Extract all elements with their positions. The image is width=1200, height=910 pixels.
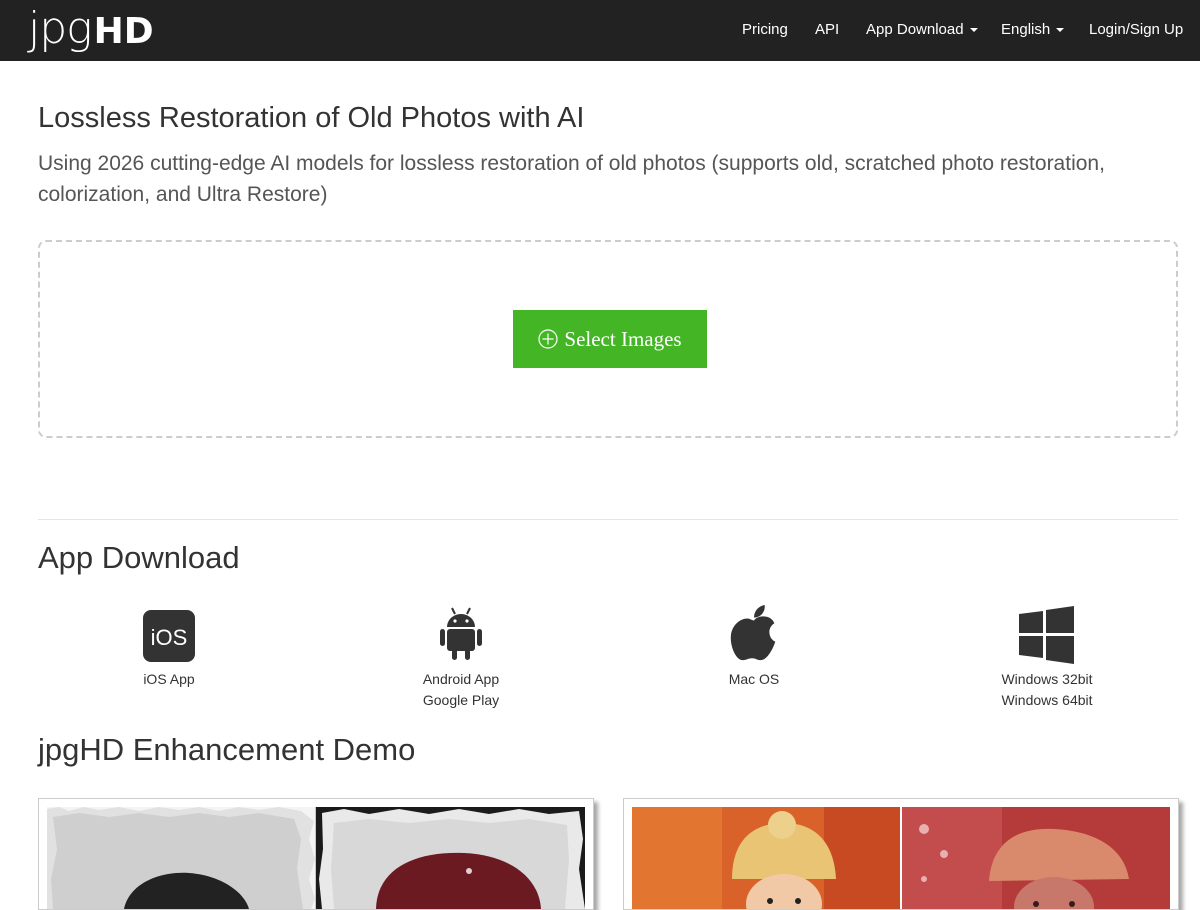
nav-app-download-dropdown[interactable]: App Download [866,20,978,40]
caret-down-icon [969,28,978,33]
jpghd-logo[interactable]: jpg HD [28,4,154,54]
logo-text-thin: jpg [28,3,93,54]
demo-comparison-card-1[interactable] [38,798,594,910]
nav-pricing-link[interactable]: Pricing [742,20,788,40]
plus-circle-icon [538,329,558,349]
ios-app-link[interactable]: iOS iOS App [59,604,279,690]
ios-icon: iOS [143,610,195,662]
app-download-heading: App Download [38,540,240,575]
nav-app-download-label: App Download [866,21,964,38]
ios-app-label: iOS App [143,671,195,687]
apple-icon [730,604,776,661]
logo-text-bold: HD [93,11,154,52]
select-images-button[interactable]: Select Images [513,310,707,368]
windows-icon [1019,606,1074,664]
google-play-label: Google Play [422,692,500,708]
caret-down-icon [1056,28,1065,33]
mac-os-label: Mac OS [728,671,780,687]
android-app-label: Android App [422,671,500,687]
windows-32bit-label: Windows 32bit [1001,671,1093,687]
nav-login-link[interactable]: Login/Sign Up [1089,20,1183,40]
android-icon [440,607,482,660]
mac-os-link[interactable]: Mac OS [644,604,864,690]
image-upload-dropzone[interactable]: Select Images [38,240,1178,438]
windows-64bit-label: Windows 64bit [1001,692,1093,708]
top-navbar: jpg HD Pricing API App Download English … [0,0,1200,61]
nav-api-link[interactable]: API [815,20,839,40]
demo-photo-child-color [632,807,1170,909]
select-images-label: Select Images [564,326,682,351]
page-title: Lossless Restoration of Old Photos with … [38,102,585,134]
demo-comparison-card-2[interactable] [623,798,1179,910]
nav-language-label: English [1001,21,1051,38]
android-app-link[interactable]: Android App Google Play [351,604,571,711]
section-divider [38,519,1178,520]
ios-icon-text: iOS [151,625,188,650]
demo-heading: jpgHD Enhancement Demo [38,732,416,767]
demo-photo-bw-portrait [47,807,585,909]
nav-language-dropdown[interactable]: English [1001,20,1065,40]
page-subtitle: Using 2026 cutting-edge AI models for lo… [38,152,1105,206]
windows-app-link[interactable]: Windows 32bit Windows 64bit [937,604,1157,711]
